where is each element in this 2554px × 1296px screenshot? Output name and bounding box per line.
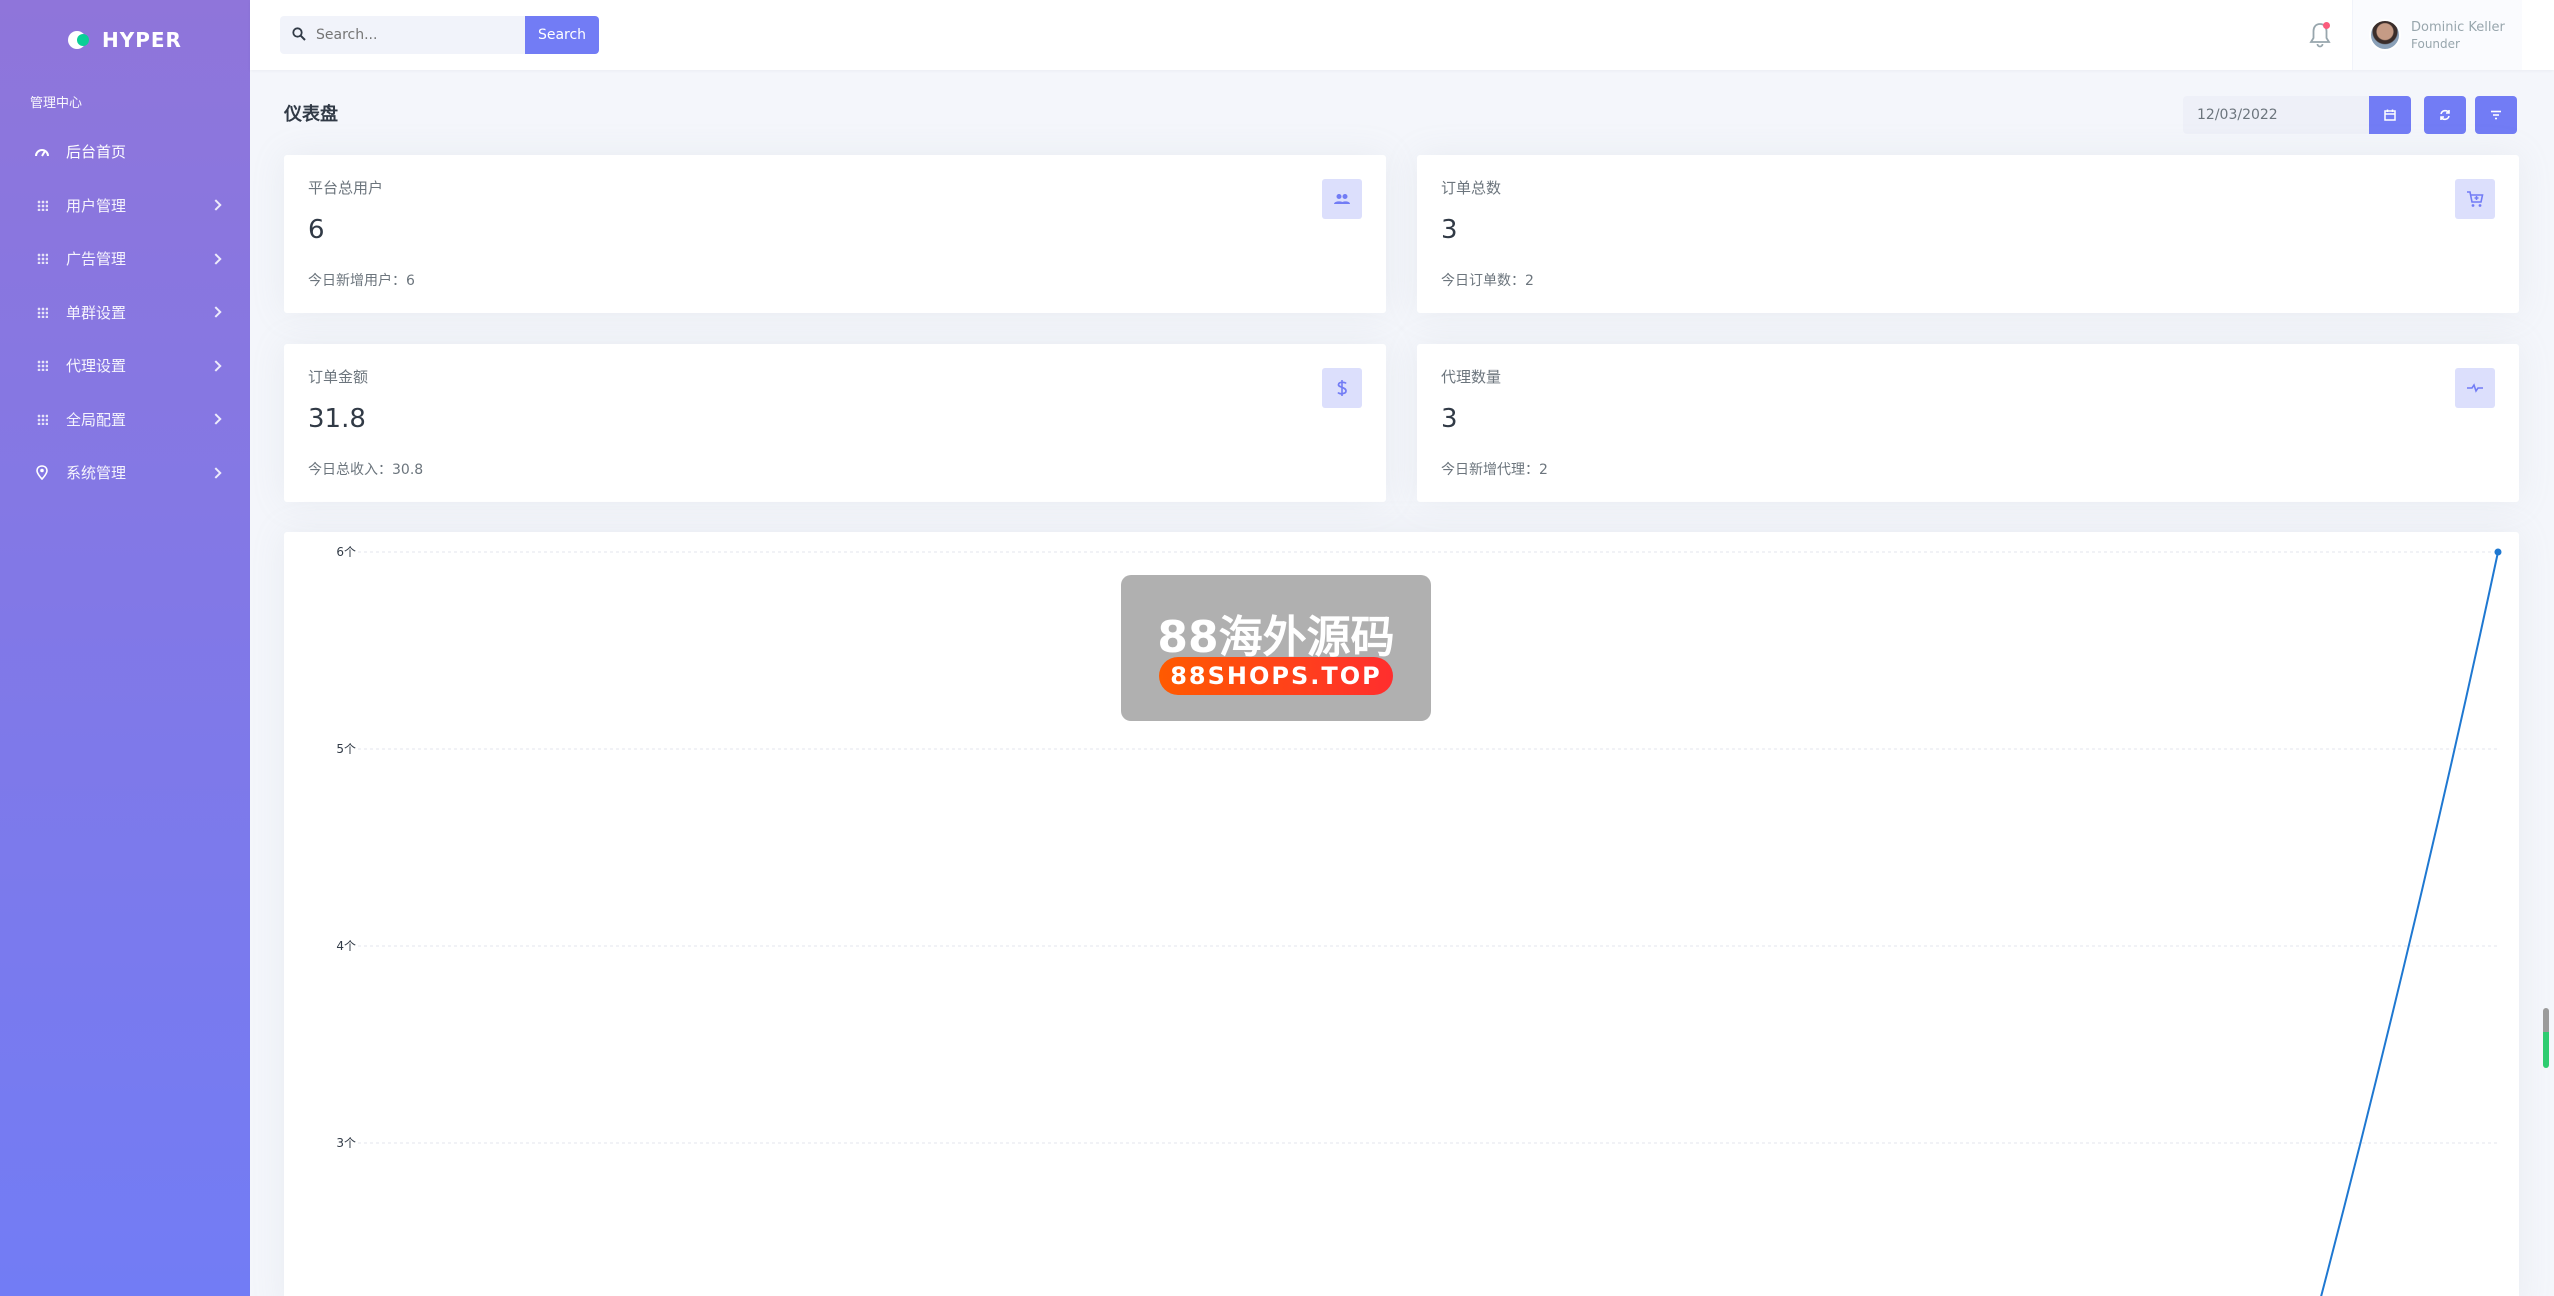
stat-subtext: 今日总收入：30.8 bbox=[308, 462, 424, 478]
y-tick-label: 3个 bbox=[336, 1136, 356, 1150]
sidebar-item-group-settings[interactable]: 单群设置 bbox=[0, 286, 250, 340]
sidebar-item-label: 系统管理 bbox=[66, 464, 127, 483]
sidebar-item-dashboard[interactable]: 后台首页 bbox=[0, 125, 250, 179]
stat-value: 3 bbox=[1441, 215, 1458, 245]
grid-icon bbox=[34, 411, 50, 427]
users-icon bbox=[1322, 179, 1362, 219]
stat-card-order-amount: 订单金额 31.8 今日总收入：30.8 bbox=[284, 344, 1386, 502]
refresh-icon bbox=[2440, 109, 2450, 121]
stat-card-total-users: 平台总用户 6 今日新增用户：6 bbox=[284, 155, 1386, 313]
calendar-button[interactable] bbox=[2369, 96, 2411, 134]
y-tick-label: 6个 bbox=[336, 545, 356, 559]
refresh-button[interactable] bbox=[2424, 96, 2466, 134]
search-input[interactable] bbox=[316, 27, 516, 43]
stat-subtext: 今日新增代理：2 bbox=[1441, 462, 1548, 478]
grid-icon bbox=[34, 251, 50, 267]
search-bar: Search bbox=[280, 16, 599, 54]
menu-section-title: 管理中心 bbox=[30, 96, 83, 111]
chevron-right-icon bbox=[210, 413, 222, 425]
sidebar-item-label: 全局配置 bbox=[66, 410, 127, 429]
notification-bell[interactable] bbox=[2308, 21, 2332, 49]
location-icon bbox=[34, 465, 50, 481]
stat-title: 代理数量 bbox=[1441, 368, 1502, 386]
user-role: Founder bbox=[2411, 36, 2460, 51]
filter-icon bbox=[2491, 110, 2501, 120]
dollar-icon bbox=[1322, 368, 1362, 408]
dashboard-icon bbox=[34, 144, 50, 160]
brand-name: HYPER bbox=[102, 28, 182, 52]
watermark-title: 88海外源码 bbox=[1157, 612, 1395, 663]
stat-value: 31.8 bbox=[308, 404, 366, 434]
avatar bbox=[2369, 19, 2401, 51]
stat-subtext: 今日订单数：2 bbox=[1441, 273, 1534, 289]
scrollbar-thumb[interactable] bbox=[2543, 1008, 2549, 1068]
search-field[interactable] bbox=[280, 16, 525, 54]
logo-icon bbox=[68, 31, 94, 49]
cart-icon bbox=[2455, 179, 2495, 219]
sidebar-item-global-config[interactable]: 全局配置 bbox=[0, 393, 250, 447]
pulse-icon bbox=[2455, 368, 2495, 408]
search-icon bbox=[292, 26, 306, 45]
grid-icon bbox=[34, 358, 50, 374]
stat-title: 订单总数 bbox=[1441, 179, 1502, 197]
sidebar-item-ads[interactable]: 广告管理 bbox=[0, 232, 250, 286]
stat-card-agents: 代理数量 3 今日新增代理：2 bbox=[1417, 344, 2519, 502]
user-menu[interactable]: Dominic Keller Founder bbox=[2352, 0, 2522, 70]
calendar-icon bbox=[2384, 109, 2396, 121]
date-input[interactable]: 12/03/2022 bbox=[2183, 96, 2369, 134]
stat-title: 订单金额 bbox=[308, 368, 369, 386]
sidebar: HYPER 管理中心 后台首页 用户管理 广告管理 单群设置 代理设置 全局配置… bbox=[0, 0, 250, 1296]
grid-icon bbox=[34, 197, 50, 213]
sidebar-item-agent-settings[interactable]: 代理设置 bbox=[0, 339, 250, 393]
chevron-right-icon bbox=[210, 253, 222, 265]
sidebar-item-label: 单群设置 bbox=[66, 303, 127, 322]
watermark: 88海外源码 88SHOPS.TOP bbox=[1121, 575, 1431, 721]
page-title: 仪表盘 bbox=[284, 104, 338, 125]
sidebar-item-label: 用户管理 bbox=[66, 196, 127, 215]
chevron-right-icon bbox=[210, 360, 222, 372]
topbar: Search Dominic Keller Founder bbox=[250, 0, 2554, 70]
chart-series-line bbox=[2320, 551, 2499, 1296]
sidebar-item-label: 广告管理 bbox=[66, 250, 127, 269]
stat-title: 平台总用户 bbox=[308, 179, 384, 197]
user-name: Dominic Keller bbox=[2411, 19, 2505, 35]
logo[interactable]: HYPER bbox=[0, 0, 250, 80]
stat-value: 3 bbox=[1441, 404, 1458, 434]
chevron-right-icon bbox=[210, 199, 222, 211]
chart-point[interactable] bbox=[2494, 548, 2502, 556]
notification-dot bbox=[2323, 22, 2330, 29]
watermark-url: 88SHOPS.TOP bbox=[1159, 657, 1393, 695]
sidebar-item-users[interactable]: 用户管理 bbox=[0, 179, 250, 233]
stat-card-total-orders: 订单总数 3 今日订单数：2 bbox=[1417, 155, 2519, 313]
chevron-right-icon bbox=[210, 306, 222, 318]
grid-icon bbox=[34, 304, 50, 320]
sidebar-item-label: 后台首页 bbox=[66, 143, 127, 162]
filter-button[interactable] bbox=[2475, 96, 2517, 134]
sidebar-item-label: 代理设置 bbox=[66, 357, 127, 376]
stat-value: 6 bbox=[308, 215, 325, 245]
y-tick-label: 4个 bbox=[336, 939, 356, 953]
stat-subtext: 今日新增用户：6 bbox=[308, 273, 415, 289]
search-button[interactable]: Search bbox=[525, 16, 599, 54]
sidebar-item-system[interactable]: 系统管理 bbox=[0, 446, 250, 500]
y-tick-label: 5个 bbox=[336, 742, 356, 756]
chevron-right-icon bbox=[210, 467, 222, 479]
